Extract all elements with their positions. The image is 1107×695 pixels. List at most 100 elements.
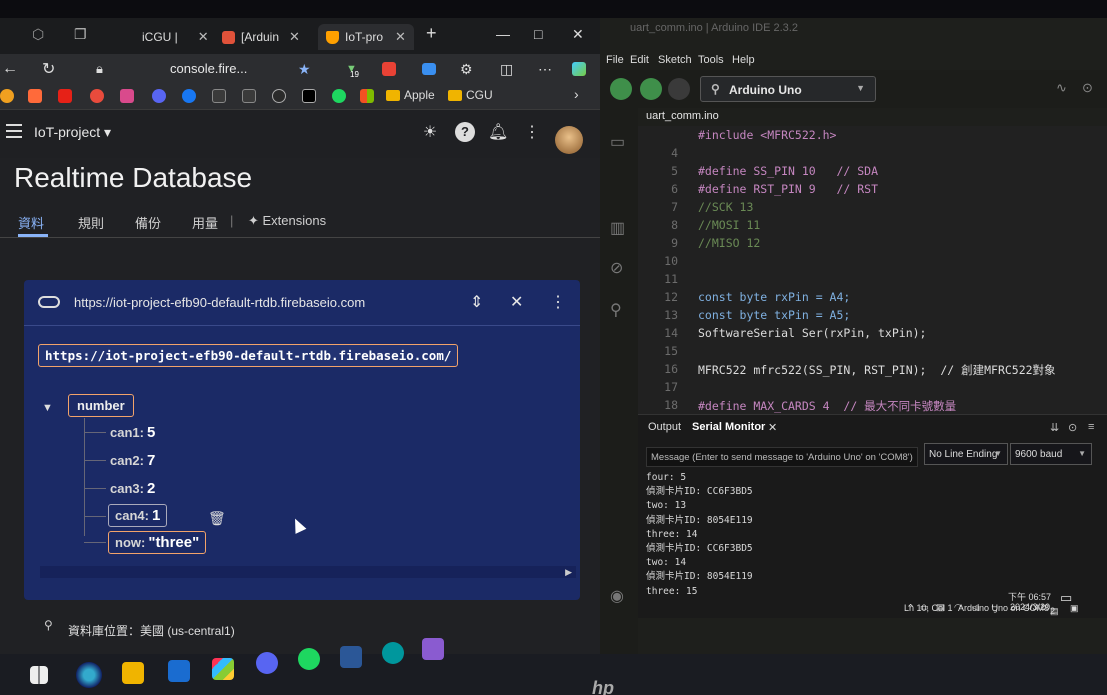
theme-sun-icon[interactable]: ☀ (420, 122, 440, 142)
maximize-button[interactable]: □ (534, 26, 542, 42)
volume-icon[interactable]: ◁ (972, 602, 979, 613)
microsoft-icon[interactable] (360, 89, 374, 103)
upload-button[interactable] (640, 78, 662, 100)
store-icon[interactable] (212, 658, 234, 680)
notifications-bell-icon[interactable]: 🔔︎ (488, 122, 508, 142)
board-selector[interactable]: ⚲ Arduino Uno ▼ (700, 76, 876, 102)
wifi-icon[interactable]: ◠ (954, 602, 962, 613)
outlook-icon[interactable] (168, 660, 190, 682)
bookmark-icon[interactable] (28, 89, 42, 103)
chevron-right-icon[interactable]: › (574, 86, 579, 102)
sketchbook-folder-icon[interactable]: ▭ (610, 132, 625, 152)
file-explorer-icon[interactable] (122, 662, 144, 684)
baud-select[interactable]: 9600 baud ▼ (1010, 443, 1092, 465)
timestamp-icon[interactable]: ⊙ (1068, 421, 1077, 434)
scroll-right-icon[interactable]: ▶ (565, 567, 572, 578)
library-manager-icon[interactable]: ▥ (610, 218, 625, 238)
panel-more-icon[interactable]: ⋮ (550, 292, 566, 312)
address-input[interactable]: console.fire... (170, 61, 247, 76)
reload-icon[interactable]: ↻ (42, 59, 55, 79)
close-serial-icon[interactable]: ✕ (768, 421, 777, 434)
delete-trash-icon[interactable]: 🗑︎ (208, 510, 226, 527)
code-editor[interactable]: #include <MFRC522.h> 4 5 #define SS_PIN 10 … (638, 126, 1107, 414)
extension-red-icon[interactable] (382, 62, 396, 76)
extensions-puzzle-icon[interactable]: ⚙ (460, 61, 473, 78)
debug-button[interactable] (668, 78, 690, 100)
tree-node-number[interactable]: number (68, 394, 134, 417)
tab-iot-project[interactable]: IoT-pro ✕ (318, 24, 414, 50)
bookmark-icon[interactable] (242, 89, 256, 103)
notification-center-icon[interactable]: ▭ (1060, 590, 1072, 606)
more-vert-icon[interactable]: ⋮ (522, 122, 542, 142)
tab-icgu[interactable]: iCGU | ✕ (142, 24, 209, 50)
threads-icon[interactable] (272, 89, 286, 103)
search-icon[interactable]: ⚲ (610, 300, 622, 320)
tab-data[interactable]: 資料 (18, 213, 44, 232)
photos-icon[interactable] (422, 638, 444, 660)
split-screen-icon[interactable]: ◫ (500, 61, 513, 78)
new-tab-button[interactable]: + (426, 23, 437, 44)
youtube-icon[interactable] (58, 89, 72, 103)
bookmark-folder-apple[interactable]: Apple (386, 88, 435, 102)
arduino-taskbar-icon[interactable] (382, 642, 404, 664)
serial-monitor-icon[interactable]: ⊙ (1082, 80, 1104, 102)
tree-leaf-can1[interactable]: can1: 5 (110, 424, 155, 441)
file-tab[interactable]: uart_comm.ino (646, 110, 719, 122)
bookmark-icon[interactable] (212, 89, 226, 103)
database-url[interactable]: https://iot-project-efb90-default-rtdb.f… (74, 295, 365, 310)
verify-button[interactable] (610, 78, 632, 100)
clock-date[interactable]: 2024/3/20 (1010, 602, 1050, 612)
menu-help[interactable]: Help (732, 54, 755, 66)
minimize-button[interactable]: — (496, 26, 510, 42)
line-ending-select[interactable]: No Line Ending ▼ (924, 443, 1008, 465)
bookmark-star-icon[interactable]: ★ (298, 61, 311, 78)
collapse-icon[interactable]: ✕ (510, 292, 523, 312)
tab-extensions[interactable]: ✦ Extensions (248, 213, 326, 229)
tab-serial-monitor[interactable]: Serial Monitor (692, 421, 765, 433)
serial-plotter-icon[interactable]: ∿ (1056, 80, 1078, 102)
word-icon[interactable] (340, 646, 362, 668)
spotify-icon[interactable] (332, 89, 346, 103)
menu-tools[interactable]: Tools (698, 54, 724, 66)
facebook-icon[interactable] (182, 89, 196, 103)
tree-leaf-can4[interactable]: can4: 1 (108, 504, 168, 527)
tab-rules[interactable]: 規則 (78, 213, 104, 232)
spotify-taskbar-icon[interactable] (298, 648, 320, 670)
close-tab-icon[interactable]: ✕ (289, 29, 300, 45)
cloud-extension-icon[interactable] (422, 63, 436, 75)
tray-icon[interactable]: ▭ (920, 602, 929, 613)
tab-output[interactable]: Output (648, 421, 681, 433)
reference-url[interactable]: https://iot-project-efb90-default-rtdb.f… (38, 344, 459, 367)
debug-icon[interactable]: ⊘ (610, 258, 623, 278)
autoscroll-icon[interactable]: ⇊ (1050, 421, 1059, 434)
expand-icon[interactable]: ⇕ (470, 292, 483, 312)
menu-file[interactable]: File (606, 54, 624, 66)
close-tab-icon[interactable]: ✕ (395, 29, 406, 45)
tab-backups[interactable]: 備份 (135, 213, 161, 232)
windows-start-icon[interactable] (30, 666, 48, 684)
horizontal-scrollbar[interactable]: ▶ (40, 566, 576, 578)
tree-leaf-now[interactable]: now: "three" (108, 531, 207, 554)
discord-icon[interactable] (152, 89, 166, 103)
tray-chevron-up-icon[interactable]: ⌃ (906, 602, 915, 615)
help-icon[interactable]: ? (455, 122, 475, 142)
project-selector[interactable]: IoT-project ▾ (34, 124, 111, 141)
menu-icon[interactable] (6, 124, 22, 142)
back-icon[interactable]: ← (2, 60, 18, 78)
discord-taskbar-icon[interactable] (256, 652, 278, 674)
menu-edit[interactable]: Edit (630, 54, 649, 66)
tab-actions-icon[interactable]: ❐ (74, 26, 87, 43)
account-icon[interactable]: ◉ (610, 586, 624, 606)
copilot-icon[interactable] (572, 62, 586, 76)
bookmark-folder-cgu[interactable]: CGU (448, 88, 493, 102)
close-tab-icon[interactable]: ✕ (198, 29, 209, 45)
workspaces-icon[interactable]: ⬡ (32, 26, 44, 43)
tab-arduino[interactable]: [Arduin ✕ (222, 24, 300, 50)
menu-sketch[interactable]: Sketch (658, 54, 692, 66)
bookmark-icon[interactable] (90, 89, 104, 103)
edge-icon[interactable] (76, 662, 102, 688)
avatar[interactable] (555, 126, 583, 154)
clear-output-icon[interactable]: ≡ (1088, 421, 1094, 433)
lock-icon[interactable]: 🔒︎ (96, 61, 103, 77)
tab-usage[interactable]: 用量 (192, 213, 218, 232)
